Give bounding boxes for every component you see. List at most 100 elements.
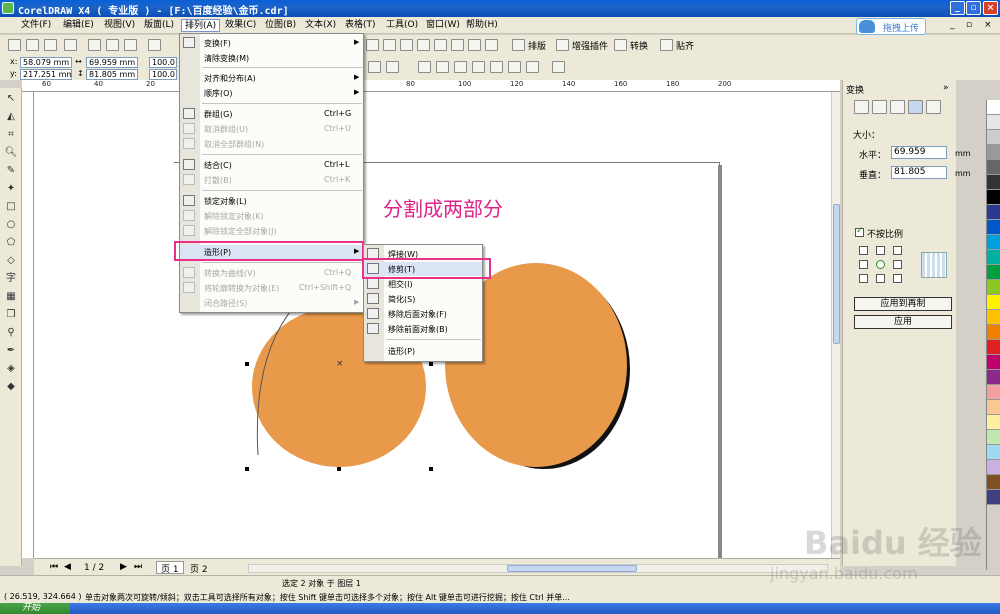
menu-item-shaping-docker[interactable]: 造形(P) bbox=[364, 344, 482, 358]
color-swatch[interactable] bbox=[987, 280, 1000, 295]
apply-to-duplicate-button[interactable]: 应用到再制 bbox=[854, 297, 952, 311]
crop-tool-icon[interactable]: ⌗ bbox=[4, 128, 18, 141]
horizontal-scrollbar[interactable] bbox=[248, 564, 828, 573]
eyedropper-tool-icon[interactable]: ⚲ bbox=[4, 326, 18, 339]
color-swatch[interactable] bbox=[987, 220, 1000, 235]
color-swatch[interactable] bbox=[987, 115, 1000, 130]
menu-item-break-apart[interactable]: 打散(B) Ctrl+K bbox=[180, 173, 363, 187]
zoom-selected-icon[interactable] bbox=[417, 39, 430, 51]
color-swatch[interactable] bbox=[987, 460, 1000, 475]
paste-icon[interactable] bbox=[124, 39, 137, 51]
back-minus-front-icon[interactable] bbox=[472, 61, 485, 73]
scale-x-field[interactable]: 100.0 bbox=[149, 57, 177, 68]
convert-icon[interactable] bbox=[614, 39, 627, 51]
menu-view[interactable]: 视图(V) bbox=[101, 19, 138, 32]
zoom-out-icon[interactable] bbox=[400, 39, 413, 51]
zoom-tool-icon[interactable]: 🔍︎ bbox=[4, 146, 18, 159]
snap-icon[interactable] bbox=[660, 39, 673, 51]
menu-item-close-path[interactable]: 闭合路径(S) ▶ bbox=[180, 296, 363, 310]
selection-handle[interactable] bbox=[337, 467, 341, 471]
trim-icon[interactable] bbox=[386, 61, 399, 73]
menu-text[interactable]: 文本(X) bbox=[302, 19, 339, 32]
freehand-tool-icon[interactable]: ✎ bbox=[4, 164, 18, 177]
menu-window[interactable]: 窗口(W) bbox=[423, 19, 463, 32]
color-swatch[interactable] bbox=[987, 310, 1000, 325]
maximize-button[interactable]: ▫ bbox=[966, 1, 981, 15]
menu-item-convert-to-curves[interactable]: 转换为曲线(V) Ctrl+Q bbox=[180, 266, 363, 280]
interactive-fill-tool-icon[interactable]: ◆ bbox=[4, 380, 18, 393]
skew-tab-icon[interactable] bbox=[926, 100, 941, 114]
color-swatch[interactable] bbox=[987, 445, 1000, 460]
selection-handle[interactable] bbox=[429, 362, 433, 366]
polygon-tool-icon[interactable]: ⬠ bbox=[4, 236, 18, 249]
menu-edit[interactable]: 编辑(E) bbox=[60, 19, 97, 32]
color-swatch[interactable] bbox=[987, 190, 1000, 205]
distribute-icon[interactable] bbox=[526, 61, 539, 73]
menu-file[interactable]: 文件(F) bbox=[18, 19, 54, 32]
color-swatch[interactable] bbox=[987, 145, 1000, 160]
menu-item-transform[interactable]: 变换(F) ▶ bbox=[180, 36, 363, 50]
menu-effects[interactable]: 效果(C) bbox=[222, 19, 259, 32]
shape-tool-icon[interactable]: ◭ bbox=[4, 110, 18, 123]
color-swatch[interactable] bbox=[987, 250, 1000, 265]
page-tab-2[interactable]: 页 2 bbox=[190, 562, 208, 575]
menu-item-clear-transform[interactable]: 清除变换(M) bbox=[180, 51, 363, 65]
color-swatch[interactable] bbox=[987, 175, 1000, 190]
new-document-icon[interactable] bbox=[8, 39, 21, 51]
start-button[interactable]: 开始 bbox=[0, 603, 70, 614]
close-button[interactable]: × bbox=[983, 1, 998, 15]
width-field[interactable]: 69.959 mm bbox=[86, 57, 138, 68]
anchor-top-left[interactable] bbox=[859, 246, 868, 255]
menu-item-simplify[interactable]: 简化(S) bbox=[364, 292, 482, 306]
color-swatch[interactable] bbox=[987, 370, 1000, 385]
next-page-icon[interactable]: ▶ bbox=[120, 562, 127, 572]
outline-tool-icon[interactable]: ✒ bbox=[4, 344, 18, 357]
x-position-field[interactable]: 58.079 mm bbox=[20, 57, 72, 68]
menu-layout[interactable]: 版面(L) bbox=[141, 19, 177, 32]
menu-item-ungroup-all[interactable]: 取消全部群组(N) bbox=[180, 137, 363, 151]
color-swatch[interactable] bbox=[987, 400, 1000, 415]
menu-item-unlock-object[interactable]: 解除锁定对象(K) bbox=[180, 209, 363, 223]
color-swatch[interactable] bbox=[987, 340, 1000, 355]
color-swatch[interactable] bbox=[987, 295, 1000, 310]
prev-page-icon[interactable]: ◀ bbox=[64, 562, 71, 572]
anchor-top-center[interactable] bbox=[876, 246, 885, 255]
fill-tool-icon[interactable]: ◈ bbox=[4, 362, 18, 375]
zoom-height-icon[interactable] bbox=[485, 39, 498, 51]
y-position-field[interactable]: 217.251 mm bbox=[20, 69, 72, 80]
menu-bitmaps[interactable]: 位图(B) bbox=[262, 19, 299, 32]
scale-y-field[interactable]: 100.0 bbox=[149, 69, 177, 80]
drag-upload-button[interactable]: 拖拽上传 bbox=[856, 18, 926, 35]
color-swatch[interactable] bbox=[987, 355, 1000, 370]
menu-item-combine[interactable]: 结合(C) Ctrl+L bbox=[180, 158, 363, 172]
menu-item-ungroup[interactable]: 取消群组(U) Ctrl+U bbox=[180, 122, 363, 136]
vertical-scroll-thumb[interactable] bbox=[833, 204, 840, 344]
front-minus-back-icon[interactable] bbox=[454, 61, 467, 73]
zoom-all-icon[interactable] bbox=[434, 39, 447, 51]
color-swatch[interactable] bbox=[987, 235, 1000, 250]
ellipse-tool-icon[interactable]: ○ bbox=[4, 218, 18, 231]
zoom-icon[interactable] bbox=[366, 39, 379, 51]
open-icon[interactable] bbox=[26, 39, 39, 51]
color-swatch[interactable] bbox=[987, 385, 1000, 400]
zoom-width-icon[interactable] bbox=[468, 39, 481, 51]
color-swatch[interactable] bbox=[987, 430, 1000, 445]
smart-fill-tool-icon[interactable]: ✦ bbox=[4, 182, 18, 195]
anchor-center[interactable] bbox=[876, 260, 885, 269]
outline-pen-icon[interactable] bbox=[552, 61, 565, 73]
menu-arrange[interactable]: 排列(A) bbox=[181, 19, 221, 32]
rectangle-tool-icon[interactable]: □ bbox=[4, 200, 18, 213]
scale-tab-icon[interactable] bbox=[890, 100, 905, 114]
table-tool-icon[interactable]: ▦ bbox=[4, 290, 18, 303]
size-tab-icon[interactable] bbox=[908, 100, 923, 114]
save-icon[interactable] bbox=[44, 39, 57, 51]
text-tool-icon[interactable]: 字 bbox=[4, 272, 18, 285]
menu-table[interactable]: 表格(T) bbox=[342, 19, 379, 32]
first-page-icon[interactable]: ⏮ bbox=[50, 562, 58, 572]
color-swatch[interactable] bbox=[987, 265, 1000, 280]
selection-handle[interactable] bbox=[245, 467, 249, 471]
last-page-icon[interactable]: ⏭ bbox=[134, 562, 142, 572]
menu-item-intersect[interactable]: 相交(I) bbox=[364, 277, 482, 291]
anchor-bottom-center[interactable] bbox=[876, 274, 885, 283]
extrude-tool-icon[interactable]: ❒ bbox=[4, 308, 18, 321]
